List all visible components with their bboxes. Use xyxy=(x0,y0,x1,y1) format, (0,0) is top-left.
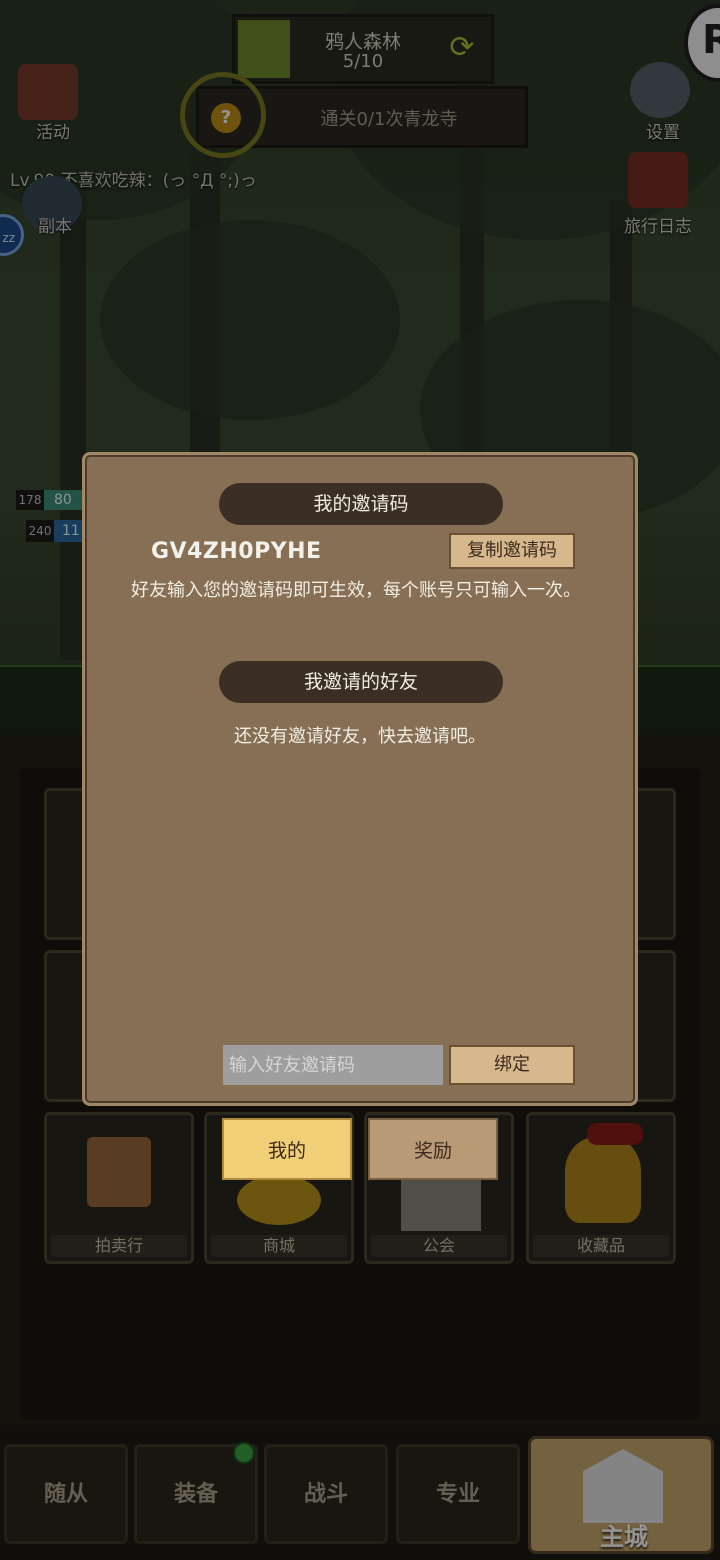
bind-button[interactable]: 绑定 xyxy=(449,1045,575,1085)
tab-mine[interactable]: 我的 xyxy=(222,1118,352,1180)
friend-code-input[interactable] xyxy=(223,1045,443,1085)
copy-code-button[interactable]: 复制邀请码 xyxy=(449,533,575,569)
invited-friends-header: 我邀请的好友 xyxy=(219,661,503,703)
invite-code: GV4ZH0PYHE xyxy=(151,539,322,564)
my-code-header: 我的邀请码 xyxy=(219,483,503,525)
invite-dialog: 我的邀请码 GV4ZH0PYHE 复制邀请码 好友输入您的邀请码即可生效，每个账… xyxy=(82,452,638,1106)
tab-reward[interactable]: 奖励 xyxy=(368,1118,498,1180)
invite-description: 好友输入您的邀请码即可生效，每个账号只可输入一次。 xyxy=(131,580,581,601)
empty-friends-text: 还没有邀请好友，快去邀请吧。 xyxy=(234,726,486,747)
